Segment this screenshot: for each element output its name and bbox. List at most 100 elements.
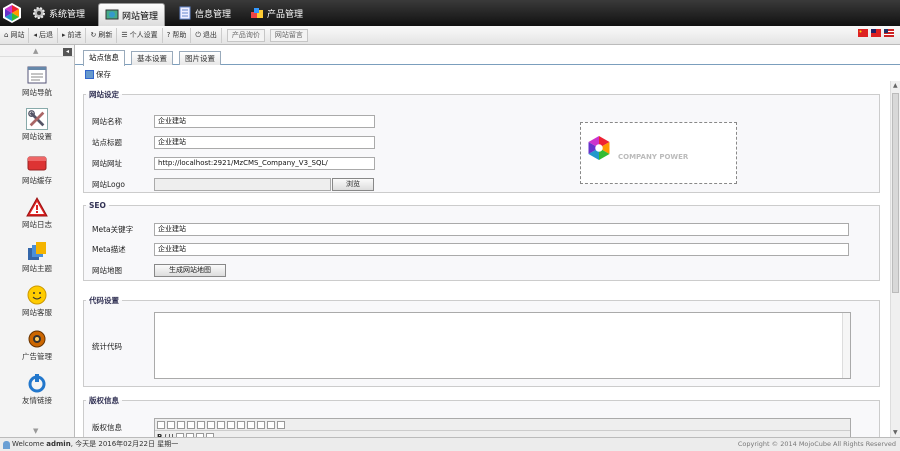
app-logo-icon [3,3,21,23]
sidebar-item-log[interactable]: 网站日志 [0,193,74,235]
tab-label: 网站管理 [122,11,159,22]
link-icon [28,374,46,393]
textarea-scrollbar[interactable] [842,313,850,378]
copy-icon[interactable] [197,420,205,429]
guestbook-link[interactable]: 网站留言 [269,28,308,42]
generate-sitemap-button[interactable]: 生成网站地图 [154,263,226,277]
toolbar-home-button[interactable]: ⌂ 网站 [0,27,30,43]
toolbar-refresh-button[interactable]: ↻ 刷新 [86,27,118,43]
form-content: 网站设定 网站名称 企业建站 站点标题 企业建站 网站网址 http://loc… [75,81,890,437]
tab-image-settings[interactable]: 图片设置 [179,51,221,65]
settings-icon: ☰ [121,31,128,39]
scroll-up-arrow-icon[interactable]: ▲ [893,82,898,89]
toolbar-help-button[interactable]: ? 帮助 [163,27,192,43]
refresh-icon: ↻ [90,31,97,39]
table-icon[interactable] [267,420,275,429]
copyright-text: Copyright © 2014 MojoCube All Rights Res… [737,440,896,448]
megaphone-icon [28,330,46,348]
find-icon[interactable] [237,420,245,429]
toolbar: ⌂ 网站 ◂ 后退 ▸ 前进 ↻ 刷新 ☰ 个人设置 ? 帮助 ⏻ 退出 产品询价 网站留言 [0,26,900,45]
sidebar-item-support[interactable]: 网站客服 [0,281,74,323]
tab-site-info[interactable]: 站点信息 [83,50,125,66]
sidebar: ▲ ◂ 网站导航 网站设置 网站缓存 网站日志 网站主题 网站客服 广告管理 友… [0,45,75,437]
status-bar: Welcome admin, 今天是 2016年02月22日 星期一 Copyr… [0,437,900,451]
save-button[interactable]: 保存 [85,69,111,80]
cut-icon[interactable] [187,420,195,429]
scrollbar-thumb[interactable] [892,93,899,293]
undo-icon[interactable] [217,420,225,429]
main-scrollbar[interactable]: ▲ ▼ [890,81,900,437]
site-name-input[interactable]: 企业建站 [154,114,375,128]
products-icon [251,8,263,18]
browse-button[interactable]: 浏览 [332,177,374,191]
tab-label: 产品管理 [267,9,304,20]
toolbar-logout-button[interactable]: ⏻ 退出 [191,27,222,43]
new-page-icon[interactable] [167,420,175,429]
toolbar-back-button[interactable]: ◂ 后退 [29,27,58,43]
meta-description-input[interactable]: 企业建站 [154,242,849,256]
usa-flag-icon[interactable] [884,29,894,37]
redo-icon[interactable] [227,420,235,429]
product-inquiry-link[interactable]: 产品询价 [226,28,265,42]
sidebar-item-links[interactable]: 友情链接 [0,369,74,411]
stats-code-textarea[interactable] [154,312,851,379]
copyright-legend: 版权信息 [89,396,119,405]
sidebar-item-settings[interactable]: 网站设置 [0,105,74,147]
tab-label: 信息管理 [195,9,232,20]
welcome-text: Welcome [12,440,45,448]
china-flag-icon[interactable] [858,29,868,37]
sidebar-item-theme[interactable]: 网站主题 [0,237,74,279]
code-settings-legend: 代码设置 [89,296,119,305]
tab-system[interactable]: 系统管理 [26,2,91,24]
support-icon [27,285,47,305]
document-icon [179,6,191,20]
tools-icon [26,108,48,130]
sidebar-item-ads[interactable]: 广告管理 [0,325,74,367]
rich-text-editor[interactable]: B I U [154,418,851,437]
tab-info[interactable]: 信息管理 [172,2,237,24]
tab-basic-settings[interactable]: 基本设置 [131,51,173,65]
editor-toolbar [155,419,850,431]
warning-icon [26,196,48,217]
code-settings-group: 代码设置 统计代码 [83,295,880,387]
globe-icon [105,9,119,20]
save-icon [85,70,94,79]
site-settings-group: 网站设定 网站名称 企业建站 站点标题 企业建站 网站网址 http://loc… [83,89,880,193]
toolbar-forward-button[interactable]: ▸ 前进 [58,27,87,43]
site-url-input[interactable]: http://localhost:2921/MzCMS_Company_V3_S… [154,156,375,170]
replace-icon[interactable] [247,420,255,429]
sidebar-item-cache[interactable]: 网站缓存 [0,149,74,191]
taiwan-flag-icon[interactable] [871,29,881,37]
navigation-icon [27,66,47,84]
sidebar-item-navigation[interactable]: 网站导航 [0,61,74,103]
help-icon: ? [166,31,171,39]
theme-icon [28,242,46,260]
source-icon[interactable] [157,420,165,429]
logo-path-input[interactable] [154,177,331,191]
image-icon[interactable] [257,420,265,429]
tab-label: 系统管理 [49,9,86,20]
scroll-down-icon[interactable]: ▼ [33,427,38,435]
logo-tagline: COMPANY POWER [618,153,689,161]
seo-group: SEO Meta关键字 企业建站 Meta描述 企业建站 网站地图 生成网站地图 [83,201,880,281]
seo-legend: SEO [89,201,106,210]
scroll-up-icon[interactable]: ▲ [33,47,38,55]
tab-products[interactable]: 产品管理 [244,2,309,24]
site-settings-legend: 网站设定 [89,90,119,99]
logout-icon: ⏻ [195,30,201,39]
preview-icon[interactable] [177,420,185,429]
cache-icon [27,156,47,171]
date-text: , 今天是 2016年02月22日 星期一 [70,440,179,448]
sub-tabs: 站点信息 基本设置 图片设置 [75,45,900,66]
top-menu-bar: 系统管理 网站管理 信息管理 产品管理 [0,0,900,26]
meta-keywords-input[interactable]: 企业建站 [154,222,849,236]
collapse-sidebar-icon[interactable]: ◂ [63,48,72,56]
paste-icon[interactable] [207,420,215,429]
site-title-input[interactable]: 企业建站 [154,135,375,149]
link-insert-icon[interactable] [277,420,285,429]
username: admin [46,440,71,448]
scroll-down-arrow-icon[interactable]: ▼ [893,429,898,436]
tab-website[interactable]: 网站管理 [98,3,166,26]
toolbar-profile-button[interactable]: ☰ 个人设置 [117,27,163,43]
gear-icon [33,7,45,19]
